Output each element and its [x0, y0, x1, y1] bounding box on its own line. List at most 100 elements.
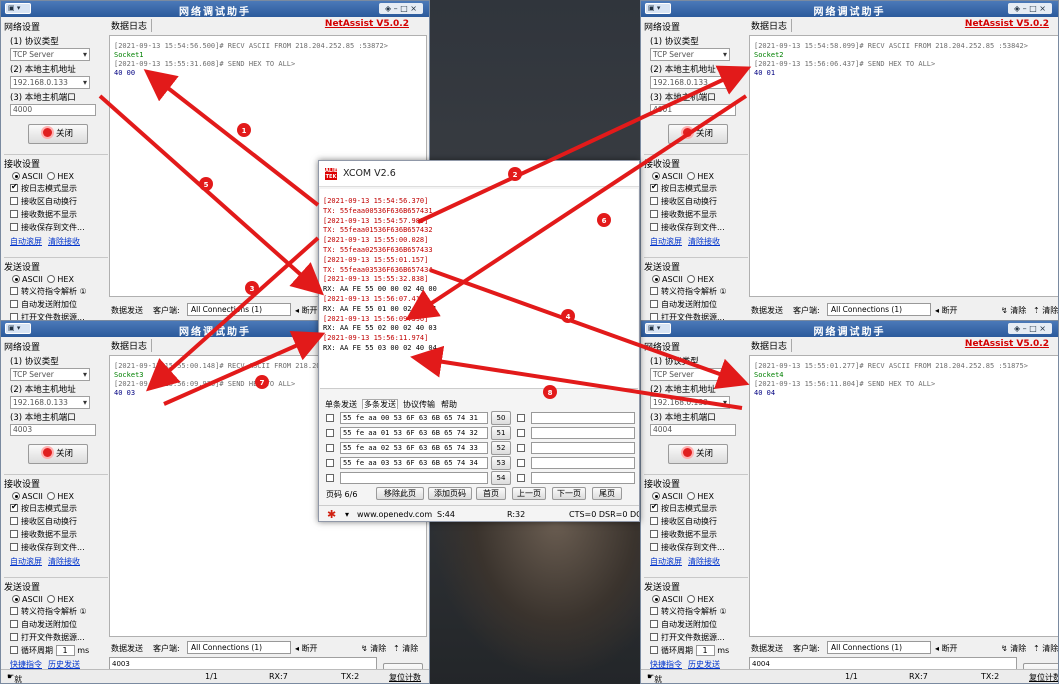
auto-wrap-checkbox[interactable]: 接收区自动换行 — [10, 196, 108, 207]
row-checkbox[interactable] — [326, 474, 334, 482]
xcom-tab[interactable]: 单条发送 — [324, 400, 358, 409]
disconnect-button[interactable]: ◂ 断开 — [935, 643, 958, 654]
client-select[interactable]: All Connections (1) — [187, 303, 291, 316]
loop-checkbox[interactable]: 循环周期 1 ms — [650, 645, 748, 656]
version-link[interactable]: NetAssist V5.0.2 — [965, 19, 1049, 29]
recv-hex-radio[interactable] — [47, 172, 56, 180]
auto-scroll-link[interactable]: 自动滚屏 — [650, 557, 682, 566]
row-send-button[interactable]: 53 — [491, 456, 511, 470]
data-log-tab[interactable]: 数据日志 — [751, 19, 793, 32]
row-data-input[interactable]: 55 fe aa 02 53 6F 63 6B 65 74 33 — [340, 442, 488, 454]
log-mode-checkbox[interactable]: 按日志模式显示 — [10, 502, 108, 514]
hide-recv-checkbox[interactable]: 接收数据不显示 — [650, 529, 748, 540]
row-checkbox[interactable] — [326, 459, 334, 467]
row-data-input-2[interactable] — [531, 412, 635, 424]
gear-icon[interactable]: ✱ — [327, 508, 336, 521]
history-link[interactable]: 历史发送 — [688, 660, 720, 669]
shortcut-link[interactable]: 快捷指令 — [650, 660, 682, 669]
disconnect-button[interactable]: ◂ 断开 — [295, 643, 318, 654]
next-page-button[interactable]: 下一页 — [552, 487, 586, 500]
auto-wrap-checkbox[interactable]: 接收区自动换行 — [650, 196, 748, 207]
shortcut-link[interactable]: 快捷指令 — [10, 660, 42, 669]
clear-recv-link[interactable]: 清除接收 — [688, 237, 720, 246]
auto-append-checkbox[interactable]: 自动发送附加位 — [650, 299, 748, 310]
auto-scroll-link[interactable]: 自动滚屏 — [650, 237, 682, 246]
version-link[interactable]: NetAssist V5.0.2 — [965, 339, 1049, 349]
port-input[interactable]: 4004 — [650, 424, 736, 436]
port-input[interactable]: 4000 — [10, 104, 96, 116]
escape-checkbox[interactable]: 转义符指令解析 ① — [10, 286, 108, 297]
client-select[interactable]: All Connections (1) — [827, 641, 931, 654]
auto-wrap-checkbox[interactable]: 接收区自动换行 — [10, 516, 108, 527]
recv-format-radios[interactable]: ASCII HEX — [650, 172, 748, 181]
protocol-select[interactable]: TCP Server — [10, 48, 90, 61]
clear-recv-link[interactable]: 清除接收 — [688, 557, 720, 566]
hide-recv-checkbox[interactable]: 接收数据不显示 — [10, 209, 108, 220]
row-checkbox-2[interactable] — [517, 429, 525, 437]
row-send-button[interactable]: 50 — [491, 411, 511, 425]
row-send-button[interactable]: 51 — [491, 426, 511, 440]
protocol-select[interactable]: TCP Server — [10, 368, 90, 381]
send-hex-radio[interactable] — [47, 595, 56, 603]
hide-recv-checkbox[interactable]: 接收数据不显示 — [10, 529, 108, 540]
escape-checkbox[interactable]: 转义符指令解析 ① — [650, 606, 748, 617]
host-select[interactable]: 192.168.0.133 — [10, 396, 90, 409]
recv-hex-radio[interactable] — [47, 492, 56, 500]
send-format-radios[interactable]: ASCII HEX — [10, 275, 108, 284]
row-send-button[interactable]: 54 — [491, 471, 511, 485]
auto-append-checkbox[interactable]: 自动发送附加位 — [10, 299, 108, 310]
host-select[interactable]: 192.168.0.133 — [650, 396, 730, 409]
xcom-tab[interactable]: 多条发送 — [362, 399, 398, 409]
clear-recv-link[interactable]: 清除接收 — [48, 237, 80, 246]
send-ascii-radio[interactable] — [652, 275, 660, 283]
client-select[interactable]: All Connections (1) — [827, 303, 931, 316]
host-select[interactable]: 192.168.0.133 — [650, 76, 730, 89]
clear-button[interactable]: ↯ 清除 — [1001, 643, 1026, 654]
window-controls[interactable]: ◈ – □ × — [1008, 323, 1052, 334]
window-controls[interactable]: ◈ – □ × — [379, 3, 423, 14]
clear-send-button[interactable]: ⇡ 清除 — [1033, 305, 1058, 316]
clear-send-button[interactable]: ⇡ 清除 — [393, 643, 418, 654]
send-format-radios[interactable]: ASCII HEX — [650, 275, 748, 284]
send-hex-radio[interactable] — [47, 275, 56, 283]
row-data-input[interactable]: 55 fe aa 00 53 6F 63 6B 65 74 31 — [340, 412, 488, 424]
protocol-select[interactable]: TCP Server — [650, 48, 730, 61]
receive-log[interactable]: [2021-09-13 15:54:58.099]# RECV ASCII FR… — [749, 35, 1058, 297]
close-connection-button[interactable]: 关闭 — [28, 124, 88, 144]
xcom-tab[interactable]: 协议传输 — [402, 400, 436, 409]
data-log-tab[interactable]: 数据日志 — [111, 339, 153, 352]
port-input[interactable]: 4003 — [10, 424, 96, 436]
recv-ascii-radio[interactable] — [12, 492, 20, 500]
row-data-input[interactable]: 55 fe aa 03 53 6F 63 6B 65 74 34 — [340, 457, 488, 469]
row-data-input-2[interactable] — [531, 457, 635, 469]
dropdown-arrow-icon[interactable]: ▾ — [345, 510, 349, 519]
save-file-checkbox[interactable]: 接收保存到文件... — [650, 542, 748, 553]
auto-append-checkbox[interactable]: 自动发送附加位 — [650, 619, 748, 630]
version-link[interactable]: NetAssist V5.0.2 — [325, 19, 409, 29]
xcom-tab[interactable]: 帮助 — [440, 400, 458, 409]
clear-button[interactable]: ↯ 清除 — [361, 643, 386, 654]
row-checkbox[interactable] — [326, 429, 334, 437]
loop-interval-input[interactable]: 1 — [55, 645, 75, 656]
reset-counter-button[interactable]: 复位计数 — [1029, 672, 1058, 683]
recv-ascii-radio[interactable] — [652, 172, 660, 180]
send-hex-radio[interactable] — [687, 275, 696, 283]
reset-counter-button[interactable]: 复位计数 — [389, 672, 421, 683]
xcom-receive-log[interactable]: [2021-09-13 15:54:56.370] TX: 55feaa00536… — [320, 189, 638, 389]
close-connection-button[interactable]: 关闭 — [668, 124, 728, 144]
recv-format-radios[interactable]: ASCII HEX — [10, 172, 108, 181]
website-link[interactable]: www.openedv.com — [357, 510, 432, 519]
remove-page-button[interactable]: 移除此页 — [376, 487, 424, 500]
log-mode-checkbox[interactable]: 按日志模式显示 — [10, 182, 108, 194]
row-checkbox[interactable] — [326, 444, 334, 452]
data-log-tab[interactable]: 数据日志 — [111, 19, 153, 32]
row-checkbox-2[interactable] — [517, 474, 525, 482]
auto-scroll-link[interactable]: 自动滚屏 — [10, 237, 42, 246]
auto-scroll-link[interactable]: 自动滚屏 — [10, 557, 42, 566]
disconnect-button[interactable]: ◂ 断开 — [295, 305, 318, 316]
host-select[interactable]: 192.168.0.133 — [10, 76, 90, 89]
send-ascii-radio[interactable] — [12, 595, 20, 603]
send-hex-radio[interactable] — [687, 595, 696, 603]
send-format-radios[interactable]: ASCII HEX — [650, 595, 748, 604]
escape-checkbox[interactable]: 转义符指令解析 ① — [10, 606, 108, 617]
